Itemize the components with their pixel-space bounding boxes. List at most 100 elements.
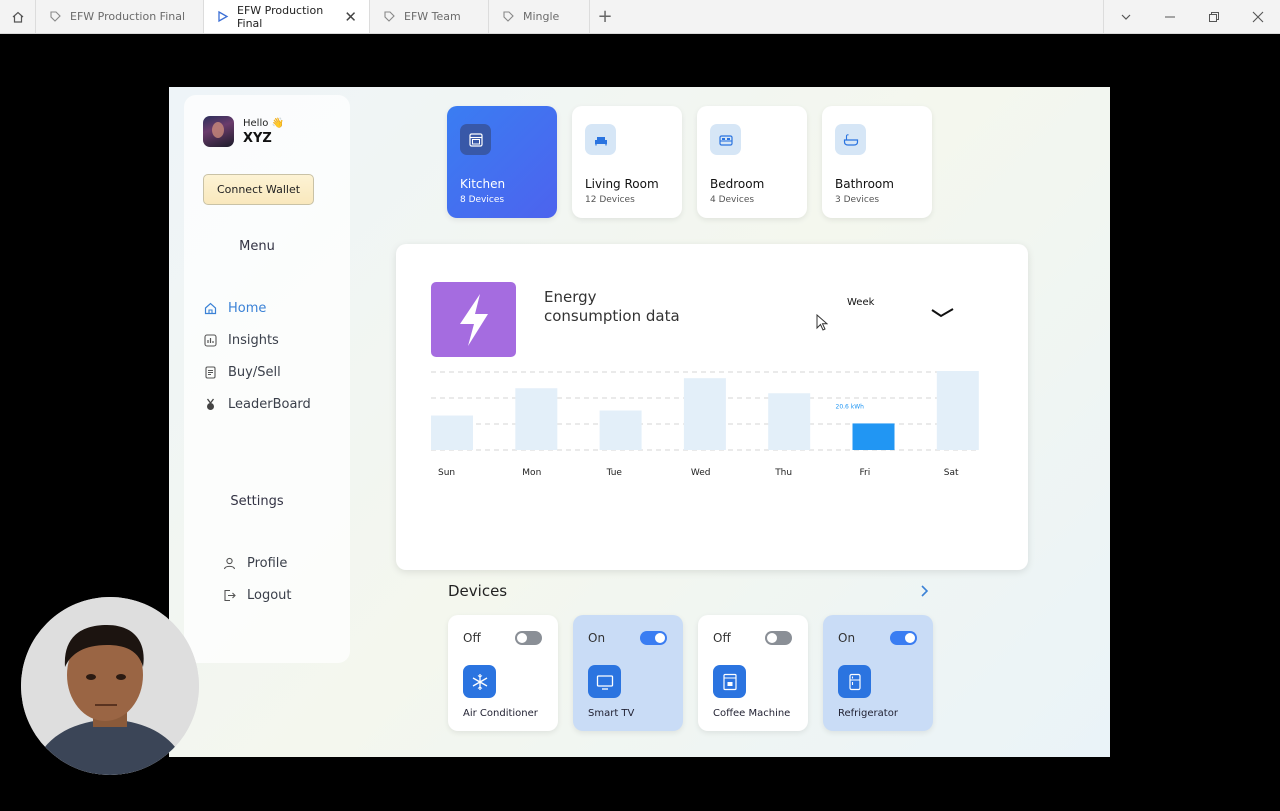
- room-card-living-room[interactable]: Living Room 12 Devices: [572, 106, 682, 218]
- room-name: Kitchen: [460, 177, 506, 191]
- nav-item-label: Home: [228, 300, 267, 316]
- device-name: Air Conditioner: [463, 708, 538, 719]
- room-device-count: 12 Devices: [585, 195, 635, 205]
- device-toggle[interactable]: [515, 631, 542, 645]
- settings-heading: Settings: [230, 494, 284, 509]
- home-icon: [203, 301, 217, 315]
- connect-wallet-button[interactable]: Connect Wallet: [203, 174, 314, 205]
- menu-heading: Menu: [239, 239, 275, 254]
- sofa-icon: [585, 124, 616, 155]
- browser-tab-label: EFW Team: [404, 10, 461, 23]
- chart-data-label: 20.6 kWh: [836, 403, 865, 410]
- snowflake-icon: [463, 665, 496, 698]
- nav-item-label: Profile: [247, 555, 288, 571]
- chart-bar-tue[interactable]: [599, 410, 642, 451]
- webcam-person-image: [21, 597, 199, 775]
- insights-icon: [203, 333, 217, 347]
- energy-card: Energy consumption data Week Sun Mon Tue We…: [396, 244, 1028, 570]
- avatar: [203, 116, 234, 147]
- nav-item-label: Buy/Sell: [228, 364, 281, 380]
- nav-item-logout[interactable]: Logout: [222, 579, 292, 611]
- browser-tab-label: EFW Production Final: [70, 10, 186, 23]
- chart-bar-sun[interactable]: [431, 415, 473, 450]
- room-cards: Kitchen 8 Devices Living Room 12 Devices…: [447, 106, 932, 218]
- chart-x-tick-label: Sat: [944, 468, 959, 478]
- room-card-kitchen[interactable]: Kitchen 8 Devices: [447, 106, 557, 218]
- settings-nav: Profile Logout: [222, 547, 292, 611]
- room-card-bathroom[interactable]: Bathroom 3 Devices: [822, 106, 932, 218]
- greeting-text: Hello 👋: [243, 117, 284, 129]
- chart-bar-fri[interactable]: [852, 423, 895, 450]
- device-toggle[interactable]: [765, 631, 792, 645]
- chart-bar-mon[interactable]: [515, 388, 558, 450]
- chart-x-tick-label: Thu: [774, 468, 792, 478]
- restore-button[interactable]: [1192, 0, 1236, 33]
- device-name: Coffee Machine: [713, 708, 791, 719]
- user-icon: [222, 556, 236, 570]
- device-toggle[interactable]: [890, 631, 917, 645]
- tv-icon: [588, 665, 621, 698]
- minimize-button[interactable]: [1148, 0, 1192, 33]
- main-nav: Home Insights Buy/Sell LeaderBoard: [203, 292, 311, 420]
- device-state: On: [588, 631, 606, 645]
- browser-tab[interactable]: EFW Production Final: [36, 0, 204, 33]
- room-name: Bedroom: [710, 177, 765, 191]
- browser-tab-bar: EFW Production Final EFW Production Fina…: [0, 0, 1280, 34]
- room-card-bedroom[interactable]: Bedroom 4 Devices: [697, 106, 807, 218]
- bed-icon: [710, 124, 741, 155]
- device-card-refrigerator[interactable]: On Refrigerator: [823, 615, 933, 731]
- figma-tag-icon: [48, 10, 62, 24]
- device-state: On: [838, 631, 856, 645]
- device-card-smart-tv[interactable]: On Smart TV: [573, 615, 683, 731]
- browser-tab-active[interactable]: EFW Production Final ✕: [204, 0, 370, 33]
- play-icon: [216, 10, 229, 24]
- energy-bar-chart: Sun Mon Tue Wed Thu Fri 20.6 kWh Sat: [431, 371, 979, 478]
- room-device-count: 4 Devices: [710, 195, 755, 205]
- logout-icon: [222, 588, 236, 602]
- webcam-overlay: [21, 597, 199, 775]
- nav-item-label: Logout: [247, 587, 292, 603]
- fridge-icon: [838, 665, 871, 698]
- home-icon: [12, 11, 23, 23]
- room-name: Living Room: [585, 177, 659, 191]
- nav-item-label: LeaderBoard: [228, 396, 311, 412]
- browser-tab[interactable]: Mingle: [489, 0, 590, 33]
- devices-heading: Devices: [448, 582, 508, 600]
- chart-bar-thu[interactable]: [768, 393, 811, 450]
- device-name: Refrigerator: [838, 708, 898, 719]
- device-card-air-conditioner[interactable]: Off Air Conditioner: [448, 615, 558, 731]
- device-state: Off: [713, 631, 731, 645]
- medal-icon: [203, 397, 217, 411]
- chart-bar-sat[interactable]: [936, 371, 979, 450]
- close-window-button[interactable]: [1236, 0, 1280, 33]
- device-name: Smart TV: [588, 708, 635, 719]
- home-tab-button[interactable]: [0, 0, 36, 33]
- nav-item-leaderboard[interactable]: LeaderBoard: [203, 388, 311, 420]
- chart-bar-wed[interactable]: [683, 378, 726, 450]
- device-card-coffee-machine[interactable]: Off Coffee Machine: [698, 615, 808, 731]
- tab-list-chevron-icon[interactable]: [1104, 0, 1148, 33]
- nav-item-insights[interactable]: Insights: [203, 324, 311, 356]
- sidebar: Hello 👋 XYZ Connect Wallet Menu Home Ins…: [184, 95, 350, 663]
- chart-x-tick-label: Mon: [522, 468, 541, 478]
- browser-tab-label: Mingle: [523, 10, 560, 23]
- nav-item-buy-sell[interactable]: Buy/Sell: [203, 356, 311, 388]
- nav-item-profile[interactable]: Profile: [222, 547, 292, 579]
- chevron-right-icon[interactable]: [919, 583, 931, 602]
- device-state: Off: [463, 631, 481, 645]
- username: XYZ: [243, 130, 272, 146]
- figma-tag-icon: [501, 10, 515, 24]
- device-toggle[interactable]: [640, 631, 667, 645]
- close-tab-icon[interactable]: ✕: [344, 8, 357, 26]
- nav-item-label: Insights: [228, 332, 279, 348]
- dashboard-app: Hello 👋 XYZ Connect Wallet Menu Home Ins…: [169, 87, 1110, 757]
- chart-x-tick-label: Tue: [606, 468, 623, 478]
- browser-tab-label: EFW Production Final: [237, 3, 324, 30]
- nav-item-home[interactable]: Home: [203, 292, 311, 324]
- user-profile: Hello 👋 XYZ: [203, 116, 284, 147]
- coffee-machine-icon: [713, 665, 746, 698]
- figma-tag-icon: [382, 10, 396, 24]
- room-device-count: 8 Devices: [460, 195, 505, 205]
- browser-tab[interactable]: EFW Team: [370, 0, 489, 33]
- new-tab-button[interactable]: +: [590, 0, 620, 33]
